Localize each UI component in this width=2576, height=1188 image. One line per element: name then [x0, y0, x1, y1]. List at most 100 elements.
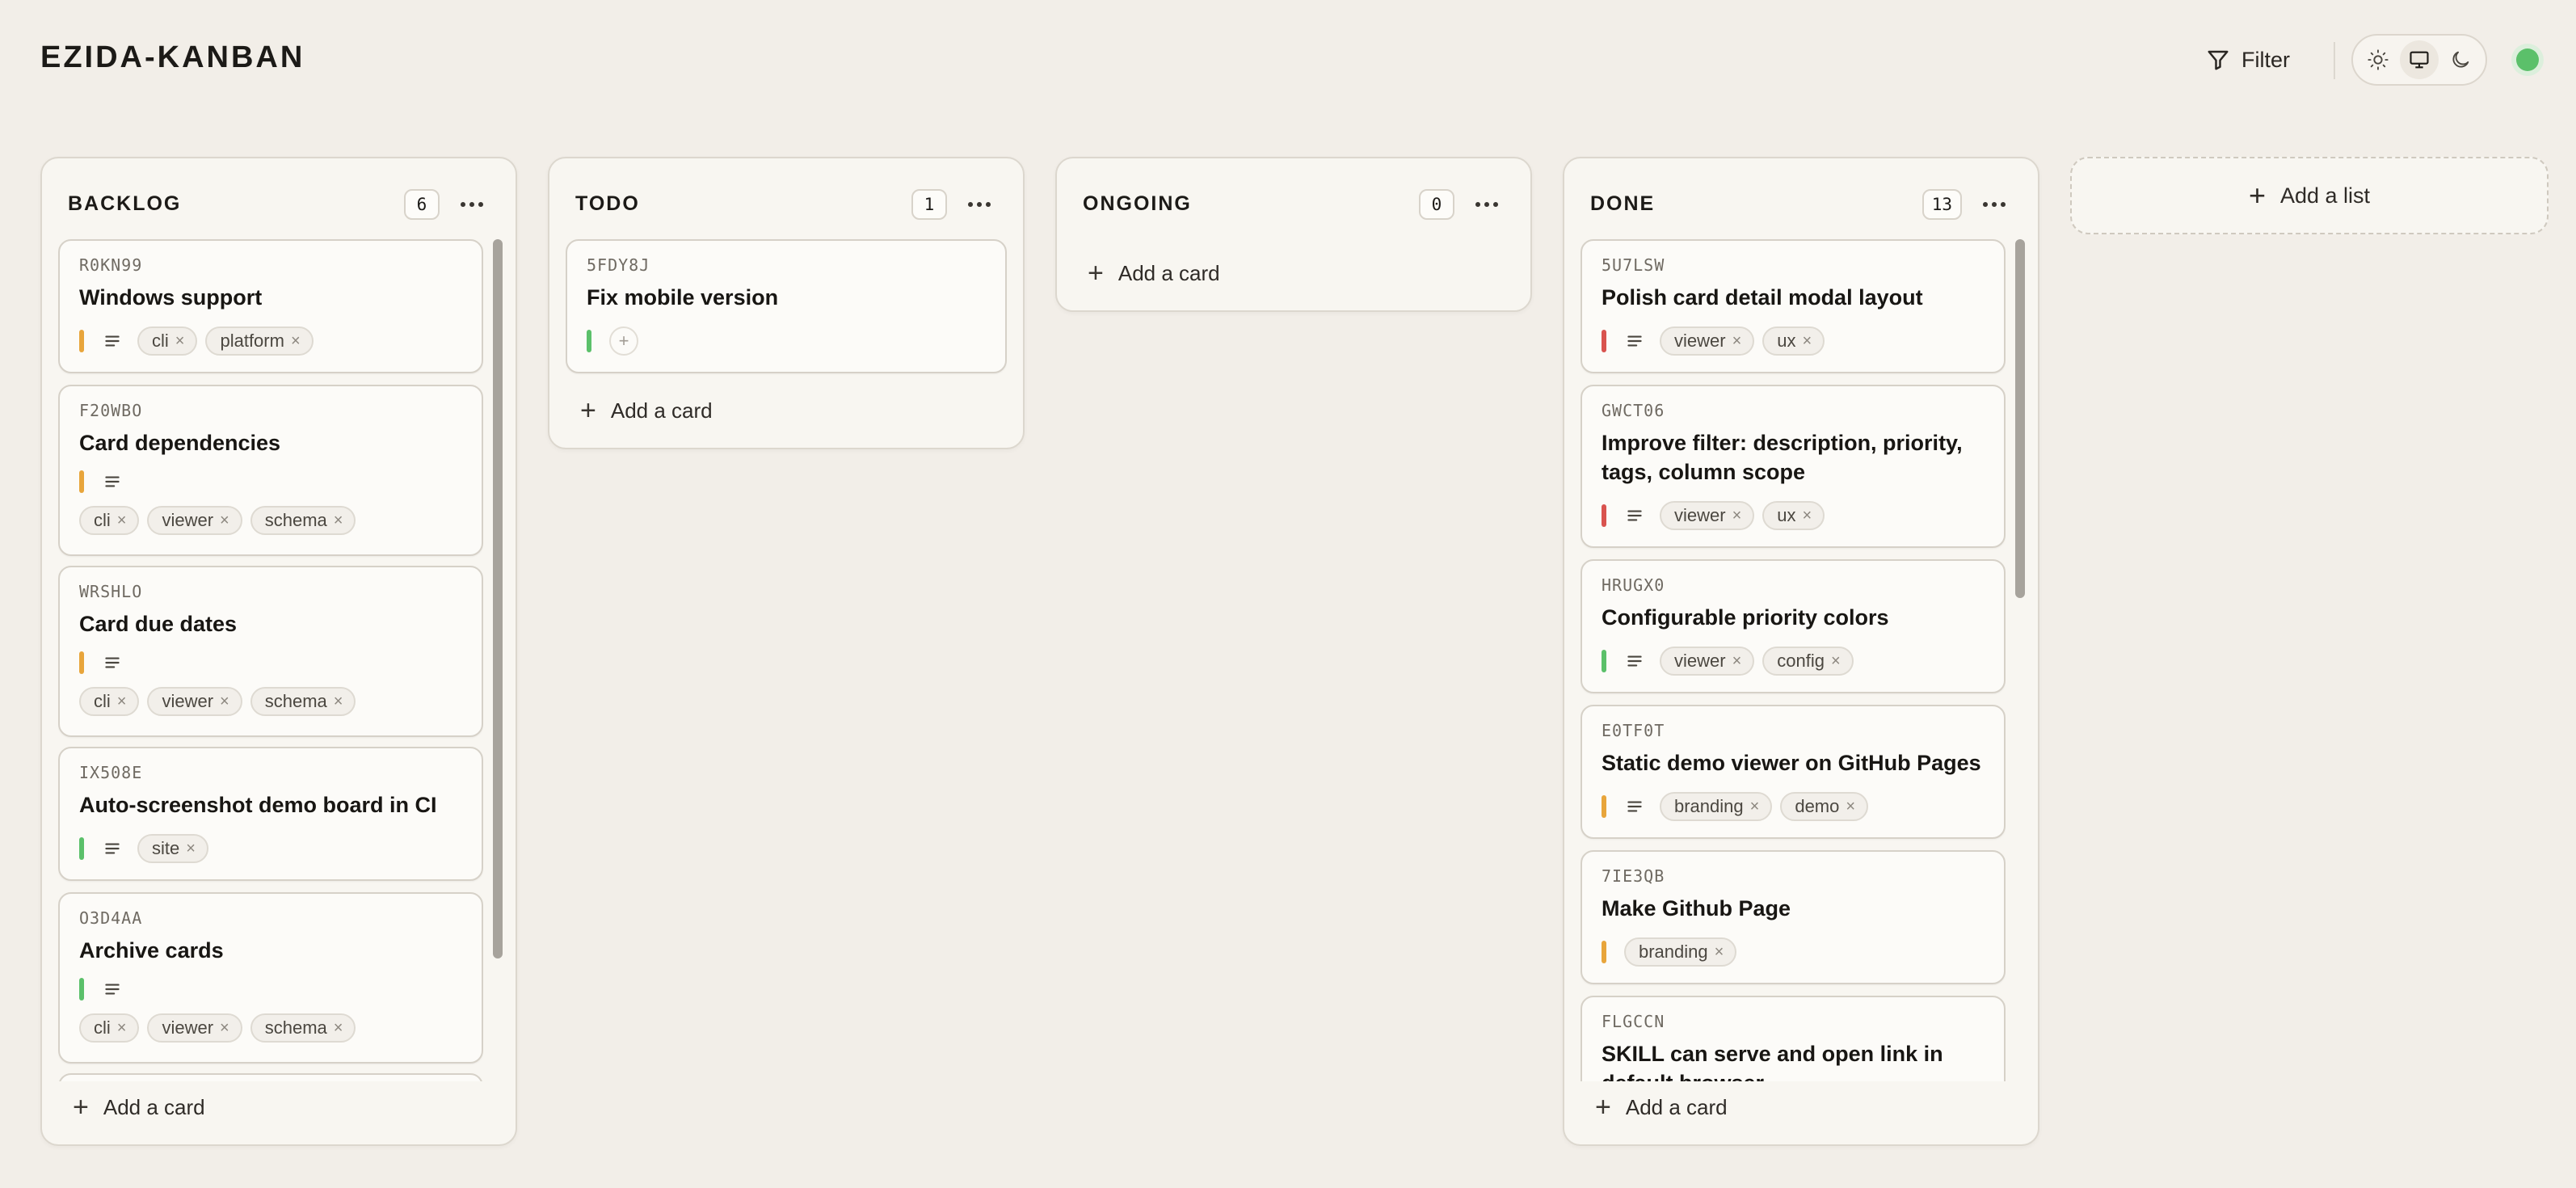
tag[interactable]: cli × — [79, 1013, 140, 1043]
card[interactable]: 7IE3QB Make Github Page branding × — [1581, 850, 2006, 984]
filter-button[interactable]: Filter — [2206, 40, 2290, 79]
description-icon — [105, 476, 120, 487]
tag[interactable]: viewer × — [1660, 326, 1755, 356]
column-todo: TODO 1 5FDY8J Fix mobile version + + Add… — [548, 157, 1025, 449]
remove-tag-icon[interactable]: × — [334, 1019, 343, 1038]
card-id: HRUGX0 — [1602, 575, 1665, 595]
remove-tag-icon[interactable]: × — [220, 512, 229, 530]
theme-system-option[interactable] — [2399, 40, 2439, 79]
column-card-count: 13 — [1921, 189, 1962, 220]
remove-tag-icon[interactable]: × — [117, 512, 127, 530]
tag[interactable]: schema × — [250, 1013, 356, 1043]
column-card-count: 1 — [911, 189, 947, 220]
tag[interactable]: viewer × — [1660, 501, 1755, 530]
card[interactable]: IX508E Auto-screenshot demo board in CI … — [58, 747, 483, 881]
remove-tag-icon[interactable]: × — [1732, 332, 1742, 351]
card[interactable]: 5FDY8J Fix mobile version + — [566, 239, 1007, 373]
tag[interactable]: config × — [1762, 647, 1854, 676]
theme-light-option[interactable] — [2359, 40, 2397, 79]
card[interactable]: HRUGX0 Configurable priority colors view… — [1581, 559, 2006, 693]
add-card-button[interactable]: + Add a card — [580, 394, 713, 427]
remove-tag-icon[interactable]: × — [291, 332, 301, 351]
card[interactable]: 5U7LSW Polish card detail modal layout v… — [1581, 239, 2006, 373]
add-card-button[interactable]: + Add a card — [1595, 1091, 1728, 1123]
card-list: 5FDY8J Fix mobile version + — [566, 239, 1007, 377]
remove-tag-icon[interactable]: × — [117, 693, 127, 711]
plus-icon: + — [1595, 1091, 1611, 1123]
add-tag-button[interactable]: + — [609, 326, 638, 356]
theme-dark-option[interactable] — [2441, 40, 2480, 79]
tag[interactable]: cli × — [79, 506, 140, 535]
card-id: E0TF0T — [1602, 721, 1665, 740]
card-title: Auto-screenshot demo board in CI — [79, 793, 437, 817]
column-scrollbar[interactable] — [493, 239, 503, 958]
add-card-button[interactable]: + Add a card — [73, 1091, 205, 1123]
card[interactable]: O3D4AA Archive cards cli × viewer × schema… — [58, 892, 483, 1064]
remove-tag-icon[interactable]: × — [186, 840, 196, 858]
priority-indicator — [79, 837, 84, 860]
card-title: Card due dates — [79, 612, 238, 636]
remove-tag-icon[interactable]: × — [334, 512, 343, 530]
remove-tag-icon[interactable]: × — [1803, 332, 1812, 351]
column-header: DONE 13 — [1590, 189, 2012, 221]
remove-tag-icon[interactable]: × — [220, 1019, 229, 1038]
tag[interactable]: site × — [137, 834, 208, 863]
header-divider — [2334, 42, 2335, 79]
card-title: Archive cards — [79, 938, 224, 963]
card[interactable] — [58, 1073, 483, 1081]
tag[interactable]: platform × — [205, 326, 314, 356]
remove-tag-icon[interactable]: × — [334, 693, 343, 711]
add-list-button[interactable]: + Add a list — [2070, 157, 2549, 234]
tag[interactable]: cli × — [137, 326, 198, 356]
tag[interactable]: viewer × — [147, 1013, 242, 1043]
description-icon — [105, 657, 120, 668]
remove-tag-icon[interactable]: × — [1803, 507, 1812, 525]
tag[interactable]: ux × — [1762, 501, 1825, 530]
remove-tag-icon[interactable]: × — [1831, 652, 1841, 671]
card[interactable]: E0TF0T Static demo viewer on GitHub Page… — [1581, 705, 2006, 839]
remove-tag-icon[interactable]: × — [117, 1019, 127, 1038]
tag[interactable]: viewer × — [1660, 647, 1755, 676]
card-id: WRSHLO — [79, 582, 143, 601]
priority-indicator — [587, 330, 591, 352]
remove-tag-icon[interactable]: × — [1846, 798, 1855, 816]
tag[interactable]: schema × — [250, 687, 356, 716]
tag[interactable]: viewer × — [147, 687, 242, 716]
tag[interactable]: branding × — [1660, 792, 1773, 821]
column-menu-button[interactable] — [962, 187, 997, 221]
tag[interactable]: demo × — [1780, 792, 1869, 821]
card[interactable]: GWCT06 Improve filter: description, prio… — [1581, 385, 2006, 548]
remove-tag-icon[interactable]: × — [1732, 507, 1742, 525]
tag[interactable]: viewer × — [147, 506, 242, 535]
remove-tag-icon[interactable]: × — [220, 693, 229, 711]
remove-tag-icon[interactable]: × — [1750, 798, 1760, 816]
card-title: Configurable priority colors — [1602, 605, 1889, 630]
tag[interactable]: branding × — [1624, 937, 1737, 967]
priority-indicator — [79, 978, 84, 1001]
tag[interactable]: ux × — [1762, 326, 1825, 356]
description-icon — [105, 335, 120, 347]
add-card-label: Add a card — [1118, 260, 1220, 285]
column-header: BACKLOG 6 — [68, 189, 490, 221]
card[interactable]: FLGCCN SKILL can serve and open link in … — [1581, 996, 2006, 1081]
add-card-label: Add a card — [1625, 1094, 1728, 1119]
remove-tag-icon[interactable]: × — [1732, 652, 1742, 671]
column-menu-button[interactable] — [454, 187, 490, 221]
column-scrollbar[interactable] — [2015, 239, 2025, 598]
card-id: R0KN99 — [79, 255, 143, 275]
card[interactable]: WRSHLO Card due dates cli × viewer × schem… — [58, 566, 483, 737]
card[interactable]: F20WBO Card dependencies cli × viewer × sc… — [58, 385, 483, 556]
add-card-button[interactable]: + Add a card — [1088, 257, 1220, 289]
column-menu-button[interactable] — [1976, 187, 2012, 221]
theme-toggle — [2351, 34, 2487, 86]
card-title: Windows support — [79, 285, 263, 310]
card[interactable]: R0KN99 Windows support cli × platform × — [58, 239, 483, 373]
priority-indicator — [1602, 650, 1606, 672]
remove-tag-icon[interactable]: × — [175, 332, 185, 351]
tag[interactable]: cli × — [79, 687, 140, 716]
column-menu-button[interactable] — [1469, 187, 1505, 221]
priority-indicator — [79, 470, 84, 493]
column-title: TODO — [575, 192, 640, 215]
tag[interactable]: schema × — [250, 506, 356, 535]
remove-tag-icon[interactable]: × — [1715, 943, 1724, 962]
